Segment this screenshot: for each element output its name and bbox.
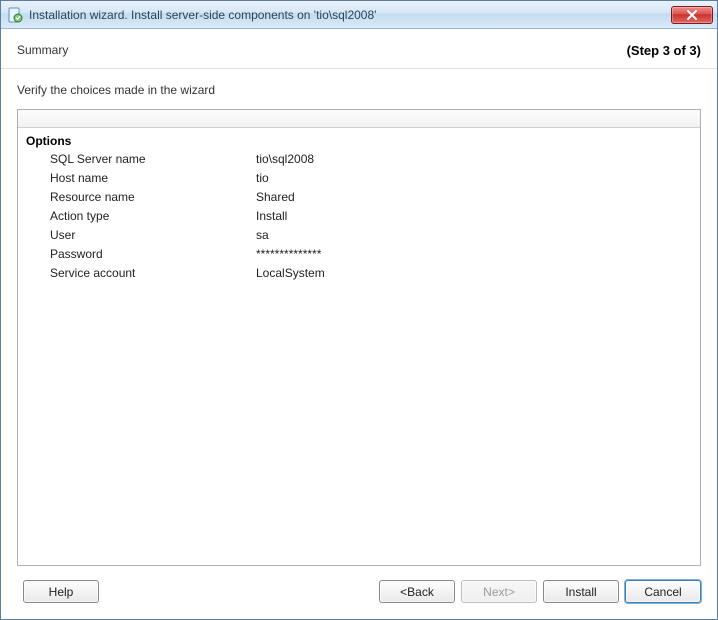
option-value: sa: [256, 226, 269, 245]
page-title: Summary: [17, 43, 68, 57]
option-label: Resource name: [26, 188, 256, 207]
option-label: Service account: [26, 264, 256, 283]
option-value: Install: [256, 207, 287, 226]
back-button[interactable]: <Back: [379, 580, 455, 603]
option-row: Service account LocalSystem: [26, 264, 700, 283]
option-label: SQL Server name: [26, 150, 256, 169]
option-row: Resource name Shared: [26, 188, 700, 207]
options-block: Options SQL Server name tio\sql2008 Host…: [18, 128, 700, 283]
panel-header-strip: [18, 110, 700, 128]
option-value: **************: [256, 245, 321, 264]
instruction-text: Verify the choices made in the wizard: [17, 83, 701, 97]
wizard-window: Installation wizard. Install server-side…: [0, 0, 718, 620]
wizard-content: Verify the choices made in the wizard Op…: [1, 69, 717, 566]
option-row: Host name tio: [26, 169, 700, 188]
install-button[interactable]: Install: [543, 580, 619, 603]
option-value: Shared: [256, 188, 295, 207]
titlebar: Installation wizard. Install server-side…: [1, 1, 717, 29]
option-row: Password **************: [26, 245, 700, 264]
option-label: Host name: [26, 169, 256, 188]
next-button: Next>: [461, 580, 537, 603]
close-icon: [686, 10, 698, 20]
option-row: Action type Install: [26, 207, 700, 226]
options-heading: Options: [26, 134, 700, 148]
help-button[interactable]: Help: [23, 580, 99, 603]
close-button[interactable]: [671, 6, 713, 24]
option-label: Password: [26, 245, 256, 264]
window-title: Installation wizard. Install server-side…: [29, 8, 671, 22]
app-icon: [7, 7, 23, 23]
option-value: tio\sql2008: [256, 150, 314, 169]
cancel-button[interactable]: Cancel: [625, 580, 701, 603]
option-label: Action type: [26, 207, 256, 226]
wizard-footer: Help <Back Next> Install Cancel: [1, 566, 717, 619]
option-row: SQL Server name tio\sql2008: [26, 150, 700, 169]
wizard-header: Summary (Step 3 of 3): [1, 29, 717, 69]
summary-panel: Options SQL Server name tio\sql2008 Host…: [17, 109, 701, 566]
option-label: User: [26, 226, 256, 245]
option-value: LocalSystem: [256, 264, 325, 283]
option-value: tio: [256, 169, 269, 188]
option-row: User sa: [26, 226, 700, 245]
step-indicator: (Step 3 of 3): [627, 43, 701, 58]
